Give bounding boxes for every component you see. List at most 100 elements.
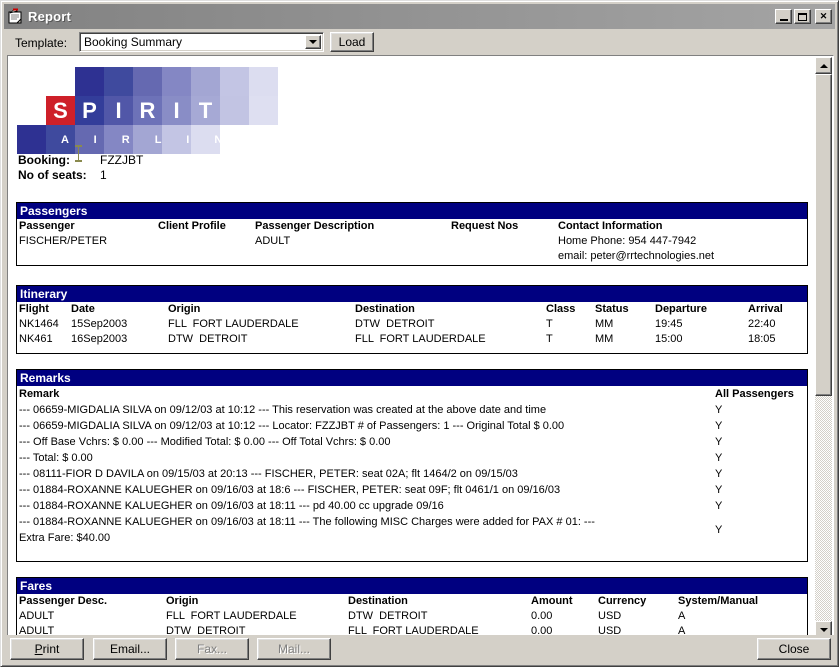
print-label-rest: rint <box>43 642 60 656</box>
client-profile-value <box>156 234 253 249</box>
remark-text: --- 01884-ROXANNE KALUEGHER on 09/16/03 … <box>17 482 713 498</box>
fare-destination: DTW DETROIT <box>346 609 529 624</box>
minimize-button[interactable] <box>775 9 792 24</box>
fare-amount: 0.00 <box>529 609 596 624</box>
col-client-profile: Client Profile <box>156 219 253 234</box>
arrival-value: 22:40 <box>746 317 807 332</box>
class-value: T <box>544 332 593 347</box>
logo-square: R <box>133 96 162 125</box>
scrollbar-thumb[interactable] <box>815 74 832 396</box>
table-row: --- 01884-ROXANNE KALUEGHER on 09/16/03 … <box>17 514 807 546</box>
fare-origin: FLL FORT LAUDERDALE <box>164 609 346 624</box>
col-arrival: Arrival <box>746 302 807 317</box>
close-window-button[interactable]: ✕ <box>815 9 832 24</box>
all-passengers-flag: Y <box>713 466 807 482</box>
close-button[interactable]: Close <box>757 638 831 660</box>
destination-value: FLL FORT LAUDERDALE <box>353 332 544 347</box>
fares-section: Fares Passenger Desc. Origin Destination… <box>16 577 808 638</box>
status-value: MM <box>593 332 653 347</box>
logo-square <box>133 67 162 96</box>
seats-label: No of seats: <box>18 168 87 182</box>
fax-button[interactable]: Fax... <box>175 638 249 660</box>
table-row: --- 06659-MIGDALIA SILVA on 09/12/03 at … <box>17 402 807 418</box>
all-passengers-flag: Y <box>713 482 807 498</box>
col-request-nos: Request Nos <box>449 219 556 234</box>
col-contact-information: Contact Information <box>556 219 807 234</box>
minimize-icon <box>780 19 788 21</box>
all-passengers-flag: Y <box>713 498 807 514</box>
booking-label: Booking: <box>18 153 70 167</box>
passengers-table: Passenger Client Profile Passenger Descr… <box>17 219 807 264</box>
report-window: Report ✕ Template: Booking Summary Load … <box>0 0 839 667</box>
logo-square <box>17 125 46 154</box>
col-fare-destination: Destination <box>346 594 529 609</box>
toolbar: Template: Booking Summary Load <box>4 29 835 55</box>
contact-email: email: peter@rrtechnologies.net <box>556 249 807 264</box>
template-selected-value: Booking Summary <box>84 35 182 49</box>
col-currency: Currency <box>596 594 676 609</box>
request-nos-value <box>449 234 556 249</box>
footer-bar: Print Email... Fax... Mail... Close <box>4 635 835 663</box>
origin-value: DTW DETROIT <box>166 332 353 347</box>
text-cursor-icon <box>75 145 82 162</box>
col-departure: Departure <box>653 302 746 317</box>
vertical-scrollbar[interactable] <box>815 57 832 638</box>
remark-text: --- Total: $ 0.00 <box>17 450 713 466</box>
col-origin: Origin <box>166 302 353 317</box>
col-flight: Flight <box>17 302 69 317</box>
template-combobox[interactable]: Booking Summary <box>79 32 324 52</box>
fare-currency: USD <box>596 609 676 624</box>
logo-square <box>220 96 249 125</box>
fares-table: Passenger Desc. Origin Destination Amoun… <box>17 594 807 638</box>
flight-value: NK461 <box>17 332 69 347</box>
load-button[interactable]: Load <box>330 32 374 52</box>
logo-square <box>162 67 191 96</box>
title-bar[interactable]: Report ✕ <box>4 4 835 29</box>
passenger-name: FISCHER/PETER <box>17 234 156 249</box>
table-row: --- 08111-FIOR D DAVILA on 09/15/03 at 2… <box>17 466 807 482</box>
table-row: NK461 16Sep2003 DTW DETROIT FLL FORT LAU… <box>17 332 807 347</box>
report-document-icon <box>7 8 24 25</box>
logo-airlines-text: A I R L I N E S <box>61 134 298 146</box>
col-status: Status <box>593 302 653 317</box>
logo-square <box>220 67 249 96</box>
report-area: TIRIPS A I R L I N E S Booking: FZZJBT N… <box>7 55 834 638</box>
logo-square <box>75 67 104 96</box>
class-value: T <box>544 317 593 332</box>
status-value: MM <box>593 317 653 332</box>
table-row: --- 01884-ROXANNE KALUEGHER on 09/16/03 … <box>17 482 807 498</box>
origin-value: FLL FORT LAUDERDALE <box>166 317 353 332</box>
report-content: TIRIPS A I R L I N E S Booking: FZZJBT N… <box>9 57 817 638</box>
spirit-logo: TIRIPS A I R L I N E S <box>17 67 279 154</box>
close-icon: ✕ <box>820 11 828 22</box>
passenger-description-value: ADULT <box>253 234 449 249</box>
all-passengers-flag: Y <box>713 450 807 466</box>
remark-text: --- Off Base Vchrs: $ 0.00 --- Modified … <box>17 434 713 450</box>
print-button[interactable]: Print <box>10 638 84 660</box>
chevron-up-icon <box>820 64 828 68</box>
email-button[interactable]: Email... <box>93 638 167 660</box>
itinerary-section-title: Itinerary <box>17 286 807 302</box>
col-date: Date <box>69 302 166 317</box>
arrival-value: 18:05 <box>746 332 807 347</box>
col-remark: Remark <box>17 386 713 402</box>
table-row: ADULT FLL FORT LAUDERDALE DTW DETROIT 0.… <box>17 609 807 624</box>
fares-section-title: Fares <box>17 578 807 594</box>
seats-value: 1 <box>100 168 107 182</box>
departure-value: 19:45 <box>653 317 746 332</box>
logo-square: S <box>46 96 75 125</box>
date-value: 15Sep2003 <box>69 317 166 332</box>
fare-passenger-desc: ADULT <box>17 609 164 624</box>
logo-square <box>104 67 133 96</box>
col-all-passengers: All Passengers <box>713 386 807 402</box>
table-row: FISCHER/PETER ADULT Home Phone: 954 447-… <box>17 234 807 249</box>
destination-value: DTW DETROIT <box>353 317 544 332</box>
mail-button[interactable]: Mail... <box>257 638 331 660</box>
maximize-icon <box>798 13 807 21</box>
maximize-button[interactable] <box>794 9 811 24</box>
scroll-up-button[interactable] <box>815 57 832 74</box>
combo-dropdown-button[interactable] <box>305 35 321 49</box>
itinerary-section: Itinerary Flight Date Origin Destination… <box>16 285 808 354</box>
all-passengers-flag: Y <box>713 514 807 546</box>
remarks-section-title: Remarks <box>17 370 807 386</box>
